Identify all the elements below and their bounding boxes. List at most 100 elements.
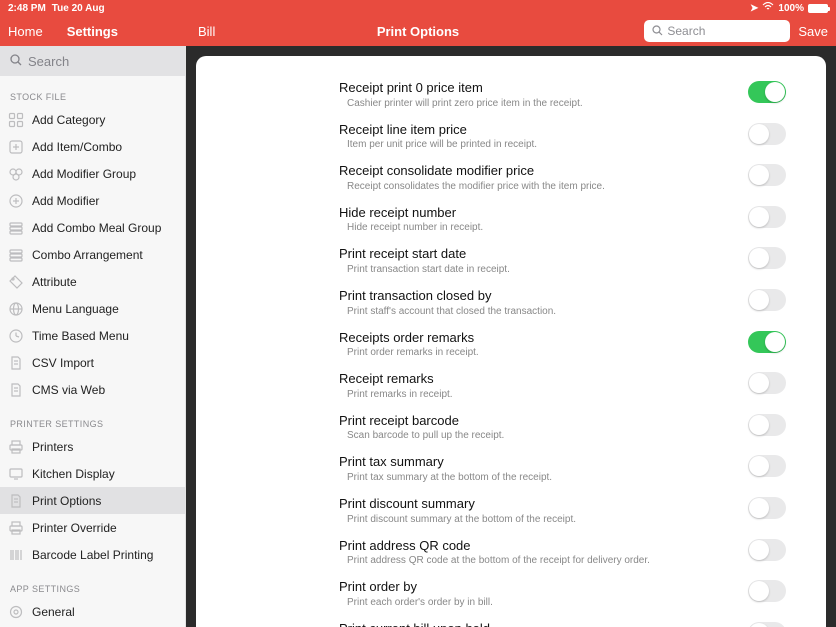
gear-icon — [8, 604, 24, 620]
printer-icon — [8, 520, 24, 536]
setting-row: Print current bill upon holdUpon sending… — [196, 615, 826, 627]
sidebar-item-add-combo-meal-group[interactable]: Add Combo Meal Group — [0, 214, 185, 241]
setting-row: Receipt remarksPrint remarks in receipt. — [196, 365, 826, 407]
sidebar-item-label: CMS via Web — [32, 383, 105, 397]
setting-description: Hide receipt number in receipt. — [339, 220, 728, 234]
sidebar-item-label: CSV Import — [32, 356, 94, 370]
wifi-icon — [762, 2, 774, 14]
setting-toggle[interactable] — [748, 372, 786, 394]
sidebar-item-time-based-menu[interactable]: Time Based Menu — [0, 322, 185, 349]
setting-toggle[interactable] — [748, 622, 786, 627]
setting-row: Print tax summaryPrint tax summary at th… — [196, 448, 826, 490]
location-icon: ➤ — [750, 3, 758, 14]
status-bar: 2:48 PM Tue 20 Aug ➤ 100% — [0, 0, 836, 16]
sidebar-item-label: General — [32, 605, 75, 619]
sidebar-item-barcode-label-printing[interactable]: Barcode Label Printing — [0, 541, 185, 568]
status-time: 2:48 PM — [8, 3, 46, 14]
setting-toggle[interactable] — [748, 289, 786, 311]
setting-toggle[interactable] — [748, 81, 786, 103]
sidebar-item-add-category[interactable]: Add Category — [0, 106, 185, 133]
settings-panel: Receipt print 0 price itemCashier printe… — [196, 56, 826, 627]
search-icon — [652, 25, 663, 38]
plus-box-icon — [8, 139, 24, 155]
setting-description: Print staff's account that closed the tr… — [339, 304, 728, 318]
setting-row: Receipt print 0 price itemCashier printe… — [196, 74, 826, 116]
nav-bill[interactable]: Bill — [186, 24, 215, 39]
sidebar-item-label: Add Category — [32, 113, 105, 127]
setting-title: Print discount summary — [339, 496, 728, 512]
sidebar-item-combo-arrangement[interactable]: Combo Arrangement — [0, 241, 185, 268]
sidebar-item-attribute[interactable]: Attribute — [0, 268, 185, 295]
setting-toggle[interactable] — [748, 539, 786, 561]
setting-row: Receipt line item priceItem per unit pri… — [196, 116, 826, 158]
sidebar-item-label: Printer Override — [32, 521, 117, 535]
setting-toggle[interactable] — [748, 247, 786, 269]
setting-toggle[interactable] — [748, 331, 786, 353]
setting-toggle[interactable] — [748, 123, 786, 145]
nav-search-input[interactable]: Search — [644, 20, 790, 42]
setting-toggle[interactable] — [748, 206, 786, 228]
sidebar-item-add-modifier[interactable]: Add Modifier — [0, 187, 185, 214]
sidebar-item-add-modifier-group[interactable]: Add Modifier Group — [0, 160, 185, 187]
setting-toggle[interactable] — [748, 164, 786, 186]
status-date: Tue 20 Aug — [52, 3, 105, 14]
setting-title: Print current bill upon hold — [339, 621, 728, 627]
save-button[interactable]: Save — [798, 24, 828, 39]
sidebar-item-add-item-combo[interactable]: Add Item/Combo — [0, 133, 185, 160]
setting-toggle[interactable] — [748, 455, 786, 477]
sidebar-item-general[interactable]: General — [0, 598, 185, 625]
setting-description: Print transaction start date in receipt. — [339, 262, 728, 276]
nav-settings[interactable]: Settings — [67, 24, 118, 39]
globe-icon — [8, 301, 24, 317]
sidebar-section-header: APP SETTINGS — [0, 568, 185, 598]
setting-row: Print receipt start datePrint transactio… — [196, 240, 826, 282]
setting-description: Print remarks in receipt. — [339, 387, 728, 401]
sidebar-item-kitchen-display[interactable]: Kitchen Display — [0, 460, 185, 487]
doc-icon — [8, 355, 24, 371]
sidebar-item-label: Attribute — [32, 275, 77, 289]
sidebar-item-label: Menu Language — [32, 302, 119, 316]
tag-icon — [8, 274, 24, 290]
nav-home[interactable]: Home — [8, 24, 43, 39]
search-icon — [10, 54, 22, 69]
setting-row: Print discount summaryPrint discount sum… — [196, 490, 826, 532]
stack-icon — [8, 220, 24, 236]
setting-row: Receipt consolidate modifier priceReceip… — [196, 157, 826, 199]
setting-title: Print tax summary — [339, 454, 728, 470]
clock-icon — [8, 328, 24, 344]
main-area: Receipt print 0 price itemCashier printe… — [186, 46, 836, 627]
battery-percent: 100% — [778, 3, 804, 14]
printer-icon — [8, 439, 24, 455]
stack-icon — [8, 247, 24, 263]
page-title: Print Options — [377, 24, 459, 39]
setting-title: Print receipt barcode — [339, 413, 728, 429]
setting-toggle[interactable] — [748, 580, 786, 602]
setting-title: Print transaction closed by — [339, 288, 728, 304]
setting-toggle[interactable] — [748, 414, 786, 436]
sidebar-item-cms-via-web[interactable]: CMS via Web — [0, 376, 185, 403]
sidebar-item-label: Add Modifier — [32, 194, 99, 208]
setting-title: Receipts order remarks — [339, 330, 728, 346]
sidebar-search-input[interactable]: Search — [0, 46, 185, 76]
setting-title: Print order by — [339, 579, 728, 595]
sidebar-item-label: Print Options — [32, 494, 101, 508]
setting-title: Receipt remarks — [339, 371, 728, 387]
sidebar-item-label: Combo Arrangement — [32, 248, 143, 262]
nav-search-placeholder: Search — [667, 24, 705, 38]
grid-icon — [8, 112, 24, 128]
sidebar-item-print-options[interactable]: Print Options — [0, 487, 185, 514]
sidebar-section-header: PRINTER SETTINGS — [0, 403, 185, 433]
sidebar-item-printers[interactable]: Printers — [0, 433, 185, 460]
setting-description: Scan barcode to pull up the receipt. — [339, 428, 728, 442]
display-icon — [8, 466, 24, 482]
setting-row: Print receipt barcodeScan barcode to pul… — [196, 407, 826, 449]
nav-bar: Home Settings Bill Print Options Search … — [0, 16, 836, 46]
setting-title: Hide receipt number — [339, 205, 728, 221]
setting-title: Receipt print 0 price item — [339, 80, 728, 96]
sidebar-item-menu-language[interactable]: Menu Language — [0, 295, 185, 322]
plus-circ-icon — [8, 193, 24, 209]
setting-description: Print tax summary at the bottom of the r… — [339, 470, 728, 484]
setting-toggle[interactable] — [748, 497, 786, 519]
sidebar-item-csv-import[interactable]: CSV Import — [0, 349, 185, 376]
sidebar-item-printer-override[interactable]: Printer Override — [0, 514, 185, 541]
